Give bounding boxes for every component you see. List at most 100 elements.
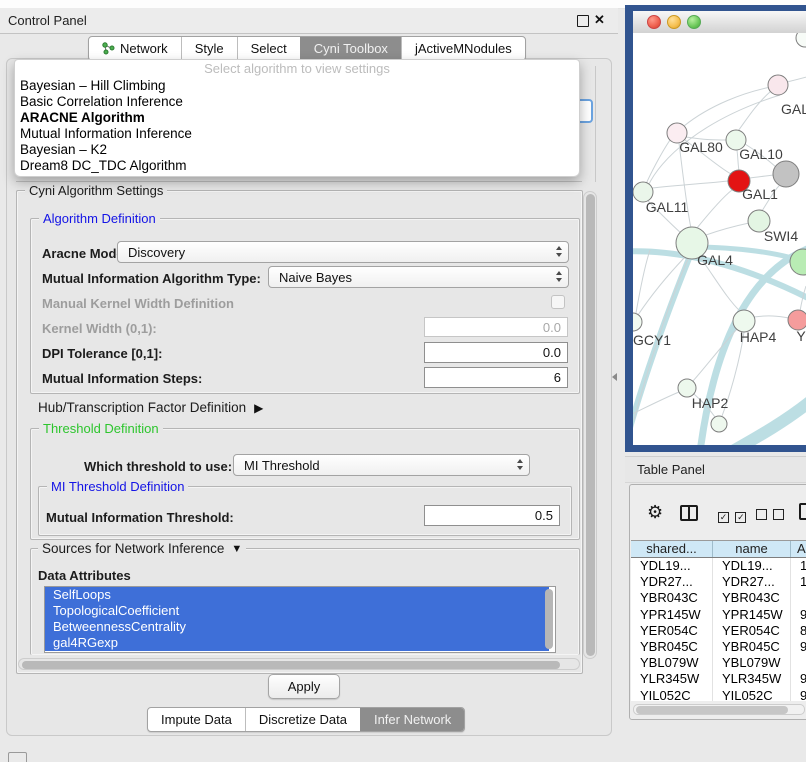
which-threshold-label: Which threshold to use:: [84, 459, 232, 474]
gear-icon[interactable]: ⚙: [647, 503, 663, 521]
split-columns-icon[interactable]: [680, 505, 698, 521]
table-cell: 13: [791, 558, 806, 574]
kernel-width-label: Kernel Width (0,1):: [42, 321, 157, 336]
settings-vscrollbar[interactable]: [583, 191, 597, 659]
node-label: GAL80: [679, 139, 723, 155]
zoom-traffic-light[interactable]: [687, 15, 701, 29]
node[interactable]: [796, 33, 806, 47]
sources-toggle[interactable]: Sources for Network Inference ▼: [38, 541, 246, 556]
mi-threshold-field[interactable]: 0.5: [424, 505, 560, 526]
table-row[interactable]: YER054CYER054C8.: [631, 623, 806, 639]
node-gcy1[interactable]: [633, 313, 642, 331]
bottom-tabs: Impute Data Discretize Data Infer Networ…: [147, 707, 465, 732]
column-header-name[interactable]: name: [713, 541, 791, 557]
table-cell: YDR27...: [631, 574, 713, 590]
table-cell: YER054C: [631, 623, 713, 639]
dropdown-placeholder: Select algorithm to view settings: [15, 60, 579, 78]
algorithm-option[interactable]: ARACNE Algorithm: [15, 110, 579, 126]
table-cell: [791, 590, 806, 606]
table-cell: 9.: [791, 607, 806, 623]
table-row[interactable]: YBR043CYBR043C: [631, 590, 806, 606]
table-cell: 9.: [791, 639, 806, 655]
table-row[interactable]: YDR27...YDR27...12: [631, 574, 806, 590]
minimized-panel-button[interactable]: [8, 752, 27, 762]
column-header-partial[interactable]: A: [791, 541, 806, 557]
combo-arrows-icon: [556, 271, 562, 282]
algorithm-option[interactable]: Bayesian – Hill Climbing: [15, 78, 579, 94]
tab-discretize-data[interactable]: Discretize Data: [245, 708, 360, 731]
table-row[interactable]: YBL079WYBL079W: [631, 655, 806, 671]
table-panel-titlebar: Table Panel: [625, 456, 806, 483]
apply-button[interactable]: Apply: [268, 674, 340, 699]
settings-hscrollbar[interactable]: [18, 658, 580, 670]
kernel-width-value: 0.0: [543, 320, 561, 335]
data-attribute-item[interactable]: BetweennessCentrality: [45, 619, 549, 635]
dpi-tolerance-field[interactable]: 0.0: [424, 342, 568, 363]
algorithm-option[interactable]: Bayesian – K2: [15, 142, 579, 158]
table-row[interactable]: YLR345WYLR345W9.: [631, 671, 806, 687]
network-canvas[interactable]: GALGAL80GAL10GAL1GAL11SWI4GAL4GCY1HAP4YH…: [633, 33, 806, 445]
node[interactable]: [773, 161, 799, 187]
table-cell: YBR043C: [631, 590, 713, 606]
mi-type-select[interactable]: Naive Bayes: [268, 266, 569, 288]
hub-definition-label: Hub/Transcription Factor Definition: [38, 400, 246, 415]
list-vscrollbar[interactable]: [545, 589, 553, 649]
data-attributes-list[interactable]: SelfLoopsTopologicalCoefficientBetweenne…: [44, 586, 556, 653]
tab-label: Style: [195, 41, 224, 56]
unchecked-columns-icon[interactable]: [756, 507, 784, 525]
close-icon[interactable]: ✕: [594, 12, 605, 28]
expanded-arrow-icon: ▼: [231, 543, 242, 555]
node-label: GCY1: [633, 332, 671, 348]
document-icon[interactable]: [799, 503, 806, 520]
tab-cyni-toolbox[interactable]: Cyni Toolbox: [300, 37, 401, 60]
table-cell: 12: [791, 574, 806, 590]
node-y[interactable]: [788, 310, 806, 330]
splitter-arrow-icon[interactable]: [612, 373, 617, 381]
tab-style[interactable]: Style: [181, 37, 237, 60]
table-row[interactable]: YDL19...YDL19...13: [631, 558, 806, 574]
close-traffic-light[interactable]: [647, 15, 661, 29]
aracne-mode-select[interactable]: Discovery: [117, 241, 569, 263]
table-cell: [791, 655, 806, 671]
column-header-shared-name[interactable]: shared...: [631, 541, 713, 557]
node-label: GAL1: [742, 186, 778, 202]
tab-network[interactable]: Network: [89, 37, 181, 60]
minimize-traffic-light[interactable]: [667, 15, 681, 29]
algorithm-option[interactable]: Basic Correlation Inference: [15, 94, 579, 110]
data-attribute-item[interactable]: SelfLoops: [45, 587, 549, 603]
network-window-titlebar[interactable]: [633, 11, 806, 34]
kernel-width-field[interactable]: 0.0: [424, 317, 568, 337]
mi-steps-field[interactable]: 6: [424, 367, 568, 388]
manual-kernel-label: Manual Kernel Width Definition: [42, 296, 234, 311]
which-threshold-select[interactable]: MI Threshold: [233, 454, 530, 476]
algorithm-option[interactable]: Mutual Information Inference: [15, 126, 579, 142]
tab-impute-data[interactable]: Impute Data: [148, 708, 245, 731]
data-attribute-item[interactable]: gal4RGexp: [45, 635, 549, 651]
algorithm-option[interactable]: Dream8 DC_TDC Algorithm: [15, 158, 579, 174]
node-label: HAP4: [740, 329, 777, 345]
tab-jactivemnodules[interactable]: jActiveMNodules: [401, 37, 525, 60]
hub-definition-toggle[interactable]: Hub/Transcription Factor Definition ▶: [38, 400, 263, 415]
mi-threshold-label: Mutual Information Threshold:: [46, 510, 234, 525]
table-cell: YPR145W: [713, 607, 791, 623]
table-row[interactable]: YIL052CYIL052C9: [631, 688, 806, 702]
table-cell: YLR345W: [631, 671, 713, 687]
app-root: Control Panel ✕ Network Style Select Cyn…: [0, 0, 806, 762]
node-gal[interactable]: [768, 75, 788, 95]
float-icon[interactable]: [577, 15, 589, 27]
mi-type-label: Mutual Information Algorithm Type:: [42, 271, 261, 286]
table-cell: YBL079W: [631, 655, 713, 671]
tab-infer-network[interactable]: Infer Network: [360, 708, 464, 731]
table-hscrollbar[interactable]: [633, 704, 805, 715]
manual-kernel-checkbox[interactable]: [551, 295, 565, 309]
table-row[interactable]: YPR145WYPR145W9.: [631, 607, 806, 623]
data-attribute-item[interactable]: TopologicalCoefficient: [45, 603, 549, 619]
tab-label: Impute Data: [161, 712, 232, 727]
network-graph: GALGAL80GAL10GAL1GAL11SWI4GAL4GCY1HAP4YH…: [633, 33, 806, 445]
checked-columns-icon[interactable]: ✓ ✓: [718, 507, 746, 525]
dpi-tolerance-value: 0.0: [543, 345, 561, 360]
tab-label: jActiveMNodules: [415, 41, 512, 56]
node[interactable]: [711, 416, 727, 432]
table-row[interactable]: YBR045CYBR045C9.: [631, 639, 806, 655]
tab-select[interactable]: Select: [237, 37, 300, 60]
